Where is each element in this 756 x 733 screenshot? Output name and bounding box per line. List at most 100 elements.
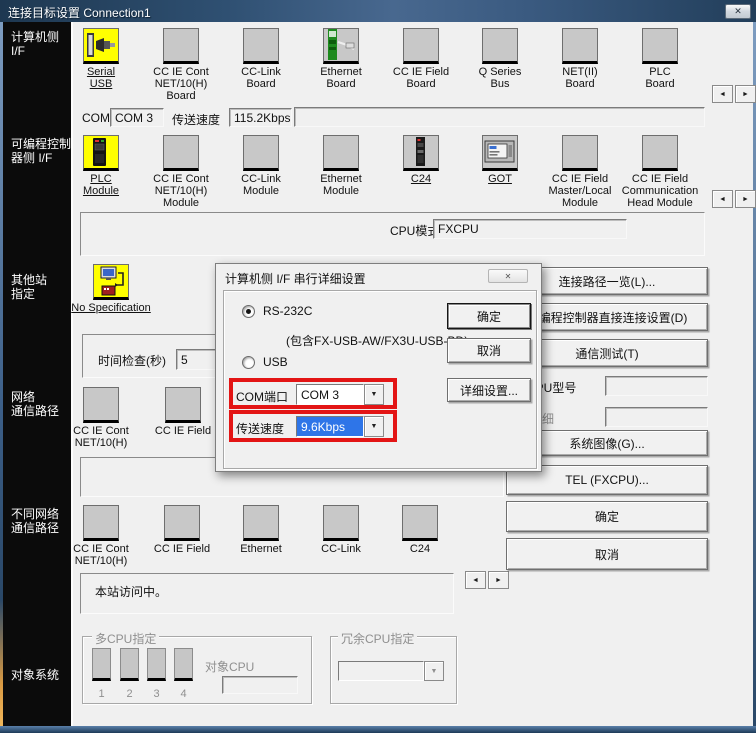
sidebar-separator: [71, 22, 73, 726]
chevron-down-icon: ▼: [371, 423, 378, 430]
sidebar-item-network-route: 网络 通信路径: [11, 390, 59, 418]
pcif-q-series-bus[interactable]: Q Series Bus: [460, 28, 540, 90]
dropdown-button[interactable]: ▼: [364, 384, 384, 405]
close-icon: ✕: [734, 6, 742, 17]
com-port-combobox[interactable]: COM 3 ▼: [296, 384, 384, 405]
pcif-cclink-board[interactable]: CC-Link Board: [221, 28, 301, 90]
icon-label: No Specification: [56, 302, 166, 314]
diff-route-cclink[interactable]: CC-Link: [301, 505, 381, 555]
rs232c-radio[interactable]: [242, 305, 255, 318]
dropdown-button[interactable]: ▼: [364, 416, 384, 437]
empty-board-icon: [83, 505, 119, 541]
scroll-right-button[interactable]: ►: [735, 85, 756, 103]
network-route-ccie-cont[interactable]: CC IE Cont NET/10(H): [61, 387, 141, 449]
other-station-no-specification[interactable]: No Specification: [56, 264, 166, 314]
network-route-ccie-field[interactable]: CC IE Field: [143, 387, 223, 437]
plcif-got[interactable]: GOT: [460, 135, 540, 185]
icon-label: GOT: [460, 173, 540, 185]
icon-label: CC IE Cont NET/10(H) Board: [141, 66, 221, 102]
dialog-detail-setting-button[interactable]: 详细设置...: [447, 378, 531, 402]
close-icon: ✕: [505, 272, 512, 281]
com-label: COM: [82, 111, 110, 125]
cpu-slot-number: 3: [147, 688, 166, 700]
pcif-plc-board[interactable]: PLC Board: [620, 28, 700, 90]
icon-label: Ethernet: [221, 543, 301, 555]
transmission-speed-label: 传送速度: [236, 420, 284, 437]
empty-board-icon: [642, 28, 678, 64]
icon-label: CC IE Field Master/Local Module: [540, 173, 620, 209]
com-port-value: COM 3: [296, 384, 364, 405]
empty-board-icon: [323, 505, 359, 541]
pcif-ccie-field-board[interactable]: CC IE Field Board: [381, 28, 461, 90]
pcif-ethernet-board[interactable]: Ethernet Board: [301, 28, 381, 90]
window-title: 连接目标设置 Connection1: [8, 4, 151, 21]
dropdown-button: ▼: [424, 661, 444, 681]
multi-cpu-group-title: 多CPU指定: [92, 630, 159, 647]
plcif-ccie-field-master[interactable]: CC IE Field Master/Local Module: [540, 135, 620, 209]
plcif-scroll-arrows: ◄ ►: [712, 190, 756, 208]
ok-button[interactable]: 确定: [506, 501, 708, 532]
icon-label: CC IE Field: [142, 543, 222, 555]
time-check-input[interactable]: 5: [176, 349, 220, 370]
arrow-left-icon: ◄: [472, 577, 479, 584]
empty-board-icon: [163, 135, 199, 171]
dialog-close-button[interactable]: ✕: [488, 269, 528, 283]
scroll-left-button[interactable]: ◄: [465, 571, 486, 589]
icon-label: Q Series Bus: [460, 66, 540, 90]
cpu-slot-3: [147, 648, 166, 681]
time-check-value: 5: [181, 353, 188, 367]
serial-usb-icon: [83, 28, 119, 64]
usb-radio[interactable]: [242, 356, 255, 369]
section-sidebar: 计算机侧 I/F 可编程控制 器侧 I/F 其他站 指定 网络 通信路径 不同网…: [3, 22, 71, 726]
empty-board-icon: [642, 135, 678, 171]
transmission-speed-combobox[interactable]: 9.6Kbps ▼: [296, 416, 384, 437]
usb-radio-label: USB: [263, 355, 288, 369]
diff-route-ethernet[interactable]: Ethernet: [221, 505, 301, 555]
empty-board-icon: [323, 135, 359, 171]
plcif-c24[interactable]: C24: [381, 135, 461, 185]
redundant-cpu-group-title: 冗余CPU指定: [338, 630, 417, 647]
pcif-net2-board[interactable]: NET(II) Board: [540, 28, 620, 90]
pcif-serial-usb[interactable]: Serial USB: [61, 28, 141, 90]
chevron-down-icon: ▼: [371, 391, 378, 398]
empty-board-icon: [83, 387, 119, 423]
icon-label: CC IE Field Communication Head Module: [620, 173, 700, 209]
transmission-speed-value: 9.6Kbps: [296, 416, 364, 437]
plcif-cclink-module[interactable]: CC-Link Module: [221, 135, 301, 197]
chevron-down-icon: ▼: [431, 668, 438, 675]
empty-board-icon: [163, 28, 199, 64]
diff-route-ccie-cont[interactable]: CC IE Cont NET/10(H): [61, 505, 141, 567]
scroll-right-button[interactable]: ►: [488, 571, 509, 589]
icon-label: CC IE Cont NET/10(H) Module: [141, 173, 221, 209]
scroll-left-button[interactable]: ◄: [712, 190, 733, 208]
cpu-mode-value: FXCPU: [438, 222, 479, 236]
scroll-left-button[interactable]: ◄: [712, 85, 733, 103]
plcif-ccie-cont-module[interactable]: CC IE Cont NET/10(H) Module: [141, 135, 221, 209]
icon-label: PLC Module: [61, 173, 141, 197]
diff-route-c24[interactable]: C24: [380, 505, 460, 555]
diff-route-ccie-field[interactable]: CC IE Field: [142, 505, 222, 555]
serial-detail-dialog: 计算机侧 I/F 串行详细设置 ✕ RS-232C (包含FX-USB-AW/F…: [215, 263, 542, 472]
cpu-mode-label: CPU模式: [390, 222, 439, 239]
target-cpu-field: [222, 676, 298, 694]
plcif-ethernet-module[interactable]: Ethernet Module: [301, 135, 381, 197]
cancel-button[interactable]: 取消: [506, 538, 708, 570]
sidebar-item-target-system: 对象系统: [11, 668, 59, 682]
com-value: COM 3: [115, 111, 153, 125]
icon-label: C24: [380, 543, 460, 555]
cpu-slot-number: 4: [174, 688, 193, 700]
sidebar-item-pc-if: 计算机侧 I/F: [11, 30, 59, 58]
dialog-cancel-button[interactable]: 取消: [447, 338, 531, 363]
window-close-button[interactable]: ✕: [725, 4, 751, 19]
dialog-ok-button[interactable]: 确定: [447, 303, 531, 329]
plcif-plc-module[interactable]: PLC Module: [61, 135, 141, 197]
scroll-right-button[interactable]: ►: [735, 190, 756, 208]
com-port-label: COM端口: [236, 388, 288, 405]
icon-label: Ethernet Module: [301, 173, 381, 197]
diff-route-scroll-arrows: ◄ ►: [465, 571, 509, 589]
plcif-ccie-field-head[interactable]: CC IE Field Communication Head Module: [620, 135, 700, 209]
icon-label: NET(II) Board: [540, 66, 620, 90]
pcif-ccie-cont-board[interactable]: CC IE Cont NET/10(H) Board: [141, 28, 221, 102]
icon-label: PLC Board: [620, 66, 700, 90]
dialog-title: 计算机侧 I/F 串行详细设置: [225, 270, 366, 287]
